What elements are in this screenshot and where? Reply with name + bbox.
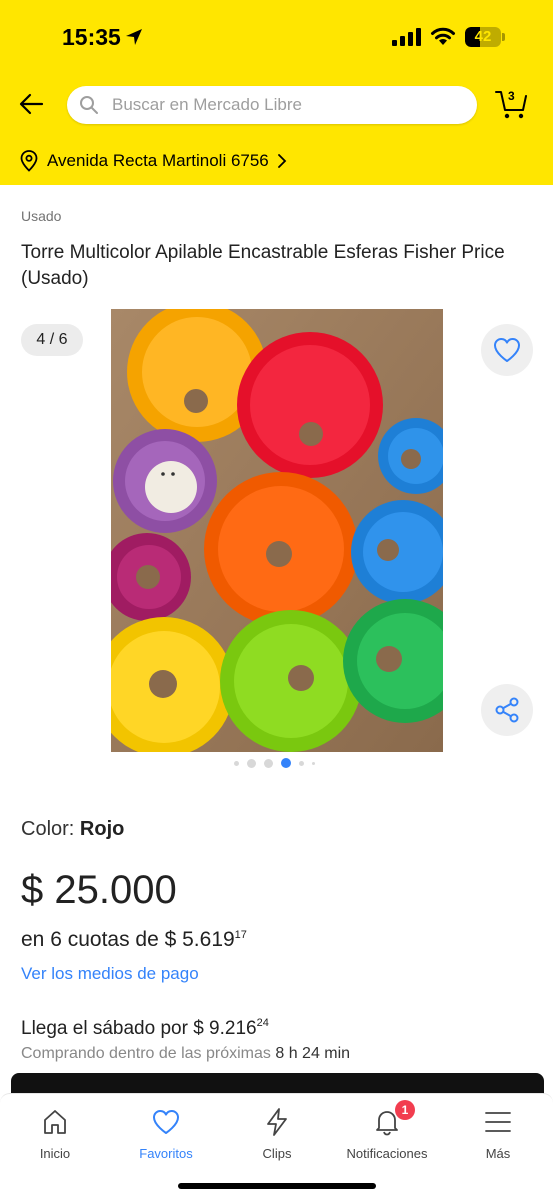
color-label: Color:	[21, 818, 75, 840]
notification-badge: 1	[395, 1100, 415, 1120]
tab-label: Clips	[262, 1146, 292, 1161]
status-bar: 15:35 42	[0, 0, 553, 76]
back-button[interactable]	[16, 88, 48, 120]
menu-icon	[485, 1112, 511, 1132]
tab-label: Inicio	[39, 1146, 71, 1161]
image-pagination	[234, 757, 315, 769]
wifi-icon	[431, 27, 455, 45]
shipping-deadline: Comprando dentro de las próximas 8 h 24 …	[21, 1045, 350, 1063]
pagination-dot-active	[281, 758, 291, 768]
address-text: Avenida Recta Martinoli 6756	[47, 151, 269, 170]
cart-button[interactable]: 3	[494, 86, 530, 122]
tab-notificaciones[interactable]: 1 Notificaciones	[332, 1100, 442, 1166]
tab-mas[interactable]: Más	[443, 1106, 553, 1166]
share-button[interactable]	[481, 684, 533, 736]
tab-label: Notificaciones	[346, 1146, 428, 1161]
shipping-info: Llega el sábado por $ 9.21624	[21, 1017, 269, 1040]
tab-label: Más	[485, 1146, 511, 1161]
home-icon	[44, 1110, 66, 1134]
image-counter: 4 / 6	[21, 324, 83, 356]
shipping-text: Llega el sábado por $ 9.216	[21, 1018, 257, 1039]
product-title: Torre Multicolor Apilable Encastrable Es…	[21, 242, 505, 289]
arrow-left-icon	[19, 93, 44, 115]
color-variant: Color: Rojo	[21, 818, 124, 841]
clock: 15:35	[62, 24, 121, 50]
tab-favoritos[interactable]: Favoritos	[111, 1106, 221, 1166]
pagination-dot	[234, 760, 239, 766]
product-condition: Usado	[21, 208, 62, 224]
location-pin-icon	[20, 150, 38, 172]
pagination-dot	[299, 760, 304, 766]
shipping-sub-text: Comprando dentro de las próximas	[21, 1045, 271, 1062]
lightning-icon	[267, 1108, 287, 1136]
tab-inicio[interactable]: Inicio	[0, 1106, 110, 1166]
search-placeholder: Buscar en Mercado Libre	[112, 95, 302, 114]
product-price: $ 25.000	[21, 868, 177, 912]
color-value: Rojo	[79, 818, 125, 840]
chevron-right-icon	[277, 154, 287, 168]
top-header: 15:35 42 Buscar en Mercado Libre 3 Aveni…	[0, 0, 553, 185]
battery-icon: 42	[465, 27, 505, 47]
search-input[interactable]: Buscar en Mercado Libre	[67, 86, 477, 124]
signal-icon	[392, 28, 421, 46]
cart-count: 3	[508, 89, 515, 103]
product-image[interactable]	[111, 309, 443, 752]
installments-cents: 17	[234, 929, 247, 941]
installments: en 6 cuotas de $ 5.61917	[21, 928, 247, 952]
shipping-time: 8 h 24 min	[275, 1045, 351, 1062]
favorite-button[interactable]	[481, 324, 533, 376]
heart-icon	[153, 1110, 179, 1134]
pagination-dot	[264, 758, 273, 768]
heart-icon	[494, 338, 520, 362]
pagination-dot	[247, 758, 256, 768]
battery-level: 42	[474, 28, 492, 45]
location-arrow-icon	[126, 29, 142, 45]
installments-text: en 6 cuotas de $ 5.619	[21, 928, 235, 951]
share-icon	[495, 697, 519, 723]
home-indicator	[178, 1183, 376, 1189]
tab-clips[interactable]: Clips	[222, 1106, 332, 1166]
pagination-dot	[312, 761, 315, 765]
shipping-cents: 24	[256, 1017, 269, 1029]
search-icon	[80, 96, 98, 114]
payment-methods-link[interactable]: Ver los medios de pago	[21, 964, 199, 984]
delivery-address[interactable]: Avenida Recta Martinoli 6756	[20, 148, 287, 174]
tab-label: Favoritos	[139, 1146, 193, 1161]
